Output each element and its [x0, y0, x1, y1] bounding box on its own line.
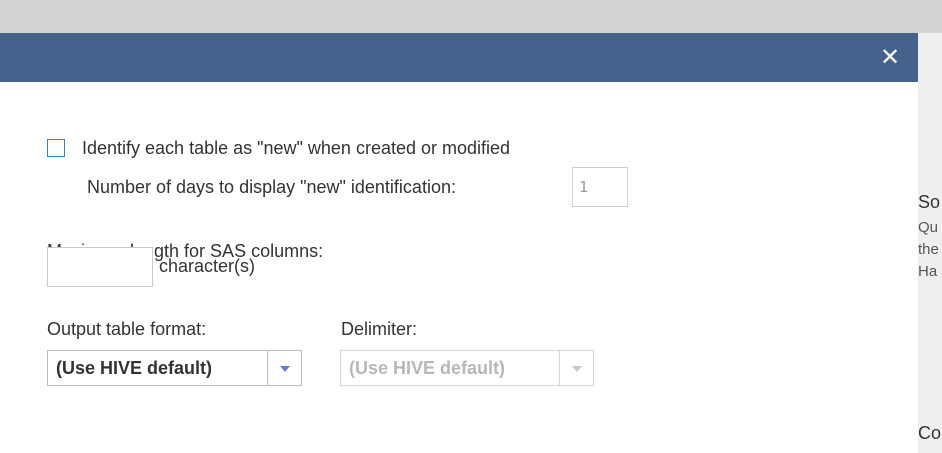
chevron-down-icon: [559, 351, 593, 385]
background-text-fragment: Qu: [918, 219, 939, 236]
close-icon[interactable]: ✕: [878, 44, 902, 70]
output-format-select[interactable]: (Use HIVE default): [47, 350, 302, 386]
new-days-label: Number of days to display "new" identifi…: [87, 177, 456, 197]
delimiter-select: (Use HIVE default): [340, 350, 594, 386]
background-panel: So Qu the Ha Co: [918, 33, 942, 453]
delimiter-value: (Use HIVE default): [349, 358, 506, 378]
output-format-label: Output table format:: [47, 319, 207, 339]
background-heading-fragment: Co: [918, 423, 942, 443]
new-table-checkbox-label: Identify each table as "new" when create…: [82, 138, 511, 158]
output-format-value: (Use HIVE default): [56, 358, 213, 378]
chevron-down-icon[interactable]: [267, 351, 301, 385]
background-text-fragment: the: [918, 241, 939, 258]
dialog-header: ✕: [0, 33, 918, 82]
background-heading-fragment: So: [918, 192, 941, 212]
sas-columns-unit: character(s): [159, 256, 256, 276]
sas-column-length-input[interactable]: [47, 247, 153, 287]
new-table-checkbox[interactable]: [47, 139, 65, 157]
background-text-fragment: Ha: [918, 263, 938, 280]
delimiter-label: Delimiter:: [341, 319, 418, 339]
new-days-input[interactable]: 1: [572, 167, 628, 207]
backdrop-top: [0, 0, 942, 33]
options-dialog: ✕ Identify each table as "new" when crea…: [0, 33, 918, 453]
